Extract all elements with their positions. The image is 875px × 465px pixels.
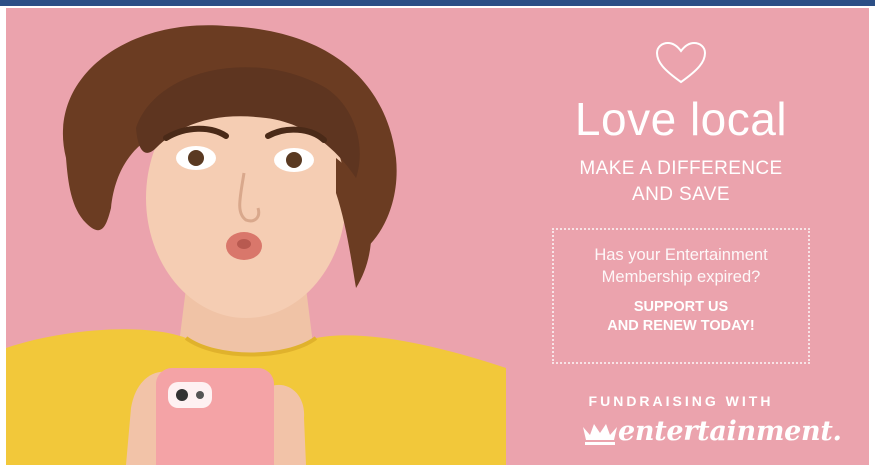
heart-outline-icon <box>654 40 708 86</box>
entertainment-logo[interactable]: entertainment. <box>580 413 842 453</box>
top-border-strip <box>0 0 875 6</box>
promo-banner[interactable]: Love local MAKE A DIFFERENCE AND SAVE Ha… <box>6 8 869 465</box>
membership-question-line: Has your Entertainment <box>594 246 768 264</box>
subheadline-line: MAKE A DIFFERENCE <box>579 158 783 179</box>
fundraising-label: FUNDRAISING WITH <box>588 393 774 409</box>
subheadline-line: AND SAVE <box>632 184 730 205</box>
renew-cta-line: SUPPORT US <box>633 299 729 315</box>
renewal-promo-box[interactable]: Has your Entertainment Membership expire… <box>552 228 810 364</box>
crown-icon <box>580 419 620 447</box>
membership-question: Has your Entertainment Membership expire… <box>554 244 808 288</box>
renew-cta-line: AND RENEW TODAY! <box>607 318 755 334</box>
woman-with-phone-photo <box>6 8 506 465</box>
subheadline: MAKE A DIFFERENCE AND SAVE <box>526 156 836 208</box>
renew-call-to-action[interactable]: SUPPORT US AND RENEW TODAY! <box>554 298 808 336</box>
headline: Love local <box>574 93 788 145</box>
brand-wordmark: entertainment. <box>618 416 842 447</box>
membership-question-line: Membership expired? <box>601 268 761 286</box>
